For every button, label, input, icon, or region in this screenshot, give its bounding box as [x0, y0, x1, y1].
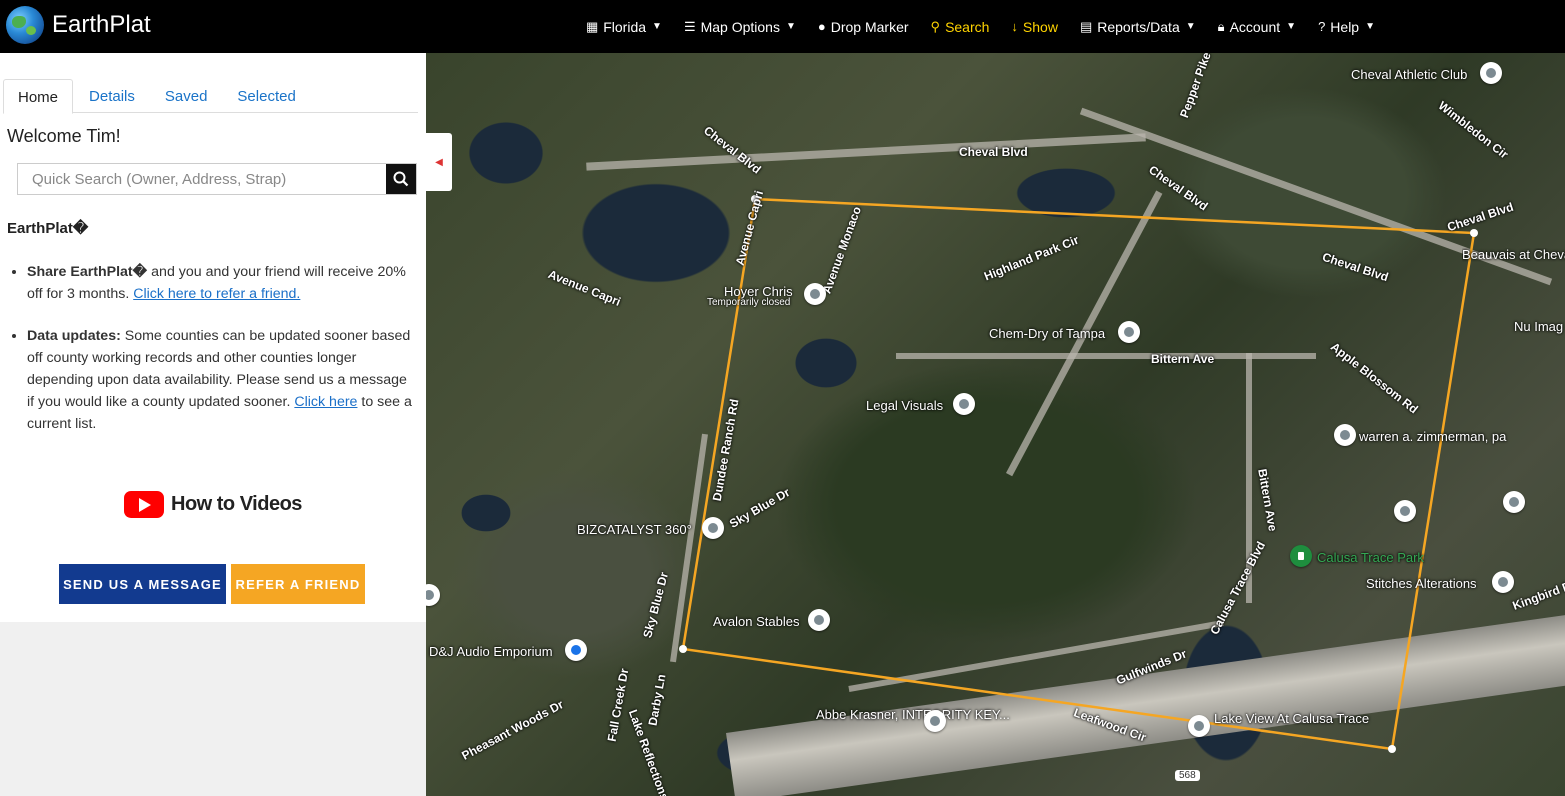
youtube-icon	[124, 491, 164, 518]
park-pin-icon[interactable]	[1290, 545, 1312, 567]
tab-home[interactable]: Home	[3, 79, 74, 114]
sidebar-top-spacer	[0, 53, 426, 73]
refer-friend-button[interactable]: REFER A FRIEND	[231, 564, 365, 604]
place-pin-icon[interactable]	[1188, 715, 1210, 737]
place-pin-icon[interactable]	[953, 393, 975, 415]
nav-label: Florida	[603, 18, 647, 35]
caret-left-icon: ◀	[435, 156, 443, 168]
poi-label[interactable]: Cheval Athletic Club	[1351, 67, 1467, 82]
street-label: Bittern Ave	[1151, 352, 1215, 366]
nav-help[interactable]: ? Help ▼	[1318, 19, 1375, 35]
selection-outline[interactable]	[681, 197, 1476, 751]
place-pin-icon[interactable]	[1118, 321, 1140, 343]
help-icon: ?	[1318, 19, 1326, 34]
videos-label: How to Videos	[171, 493, 302, 515]
bullet-bold: Share EarthPlat�	[27, 264, 148, 280]
quick-search	[17, 163, 417, 195]
poi-label[interactable]: D&J Audio Emporium	[429, 644, 553, 659]
place-pin-icon[interactable]	[808, 609, 830, 631]
place-pin-icon[interactable]	[804, 283, 826, 305]
search-button[interactable]	[386, 164, 416, 194]
place-pin-icon[interactable]	[924, 710, 946, 732]
poi-label[interactable]: Nu Imag	[1514, 319, 1563, 334]
list-item: Share EarthPlat� and you and your friend…	[27, 261, 412, 305]
brand-name: EarthPlat	[52, 11, 151, 38]
chevron-down-icon: ▼	[652, 21, 662, 32]
polygon-vertex[interactable]	[1470, 229, 1478, 237]
search-icon	[393, 171, 409, 187]
place-pin-icon[interactable]	[1334, 424, 1356, 446]
top-navbar: EarthPlat ▦ Florida ▼ ☰ Map Options ▼ ● Drop …	[0, 0, 1565, 53]
arrow-down-icon: ↓	[1011, 19, 1018, 34]
nav-label: Help	[1330, 18, 1360, 35]
polygon-vertex[interactable]	[1388, 745, 1396, 753]
tab-details[interactable]: Details	[75, 79, 149, 112]
poi-label[interactable]: Calusa Trace Park	[1317, 550, 1424, 565]
quick-search-input[interactable]	[18, 164, 394, 194]
poi-status: Temporarily closed	[707, 297, 791, 308]
list-item: Data updates: Some counties can be updat…	[27, 325, 412, 435]
polygon-vertex[interactable]	[679, 645, 687, 653]
sidebar-empty-area	[0, 622, 426, 796]
section-heading: EarthPlat�	[7, 220, 89, 237]
satellite-map[interactable]: Cheval Blvd Cheval Blvd Cheval Blvd Chev…	[426, 53, 1565, 796]
tab-saved[interactable]: Saved	[151, 79, 222, 112]
lock-icon: 🔒︎	[1217, 18, 1225, 34]
bullet-bold: Data updates:	[27, 328, 121, 344]
nav-account[interactable]: 🔒︎ Account ▼	[1218, 19, 1296, 35]
poi-label[interactable]: Chem-Dry of Tampa	[989, 326, 1105, 341]
poi-label[interactable]: Lake View At Calusa Trace	[1214, 712, 1369, 726]
welcome-message: Welcome Tim!	[7, 126, 121, 146]
chevron-down-icon: ▼	[1185, 21, 1196, 32]
place-pin-icon[interactable]	[702, 517, 724, 539]
poi-label[interactable]: Avalon Stables	[713, 614, 800, 629]
nav-label: Show	[1022, 18, 1058, 35]
nav-florida[interactable]: ▦ Florida ▼	[586, 19, 662, 35]
poi-label[interactable]: BIZCATALYST 360°	[577, 522, 692, 537]
chevron-down-icon: ▼	[785, 21, 796, 32]
search-icon: ⚲	[930, 18, 941, 34]
nav-search[interactable]: ⚲ Search	[931, 19, 990, 35]
poi-label[interactable]: Abbe Krasner, INTEGRITY KEY...	[816, 708, 1010, 721]
marker-icon: ●	[817, 19, 826, 34]
shop-pin-icon[interactable]	[565, 639, 587, 661]
chevron-down-icon: ▼	[1286, 21, 1297, 32]
brand[interactable]: EarthPlat	[6, 6, 151, 44]
tab-selected[interactable]: Selected	[223, 79, 309, 112]
info-list: Share EarthPlat� and you and your friend…	[27, 261, 412, 455]
nav-label: Reports/Data	[1097, 18, 1180, 35]
place-pin-icon[interactable]	[1492, 571, 1514, 593]
nav-reports-data[interactable]: ▤ Reports/Data ▼	[1080, 19, 1196, 35]
poi-label[interactable]: Legal Visuals	[866, 398, 943, 413]
county-list-link[interactable]: Click here	[294, 394, 357, 410]
collapse-sidebar-button[interactable]: ◀	[426, 133, 452, 191]
poi-label[interactable]: Stitches Alterations	[1366, 576, 1477, 591]
poi-label[interactable]: Beauvais at Cheval - Taylor Morrison	[1462, 248, 1565, 262]
globe-logo-icon	[6, 6, 44, 44]
send-message-button[interactable]: SEND US A MESSAGE	[59, 564, 226, 604]
sidebar-panel: Home Details Saved Selected Welcome Tim!…	[0, 73, 426, 622]
nav-label: Account	[1229, 18, 1281, 35]
map-icon: ▦	[585, 18, 599, 34]
chevron-down-icon: ▼	[1365, 21, 1375, 32]
nav-show[interactable]: ↓ Show	[1011, 19, 1058, 35]
table-icon: ▤	[1079, 18, 1093, 34]
street-label: Cheval Blvd	[959, 145, 1028, 159]
nav-map-options[interactable]: ☰ Map Options ▼	[684, 19, 796, 35]
selection-polygon[interactable]	[426, 53, 1565, 796]
place-pin-icon[interactable]	[1480, 62, 1502, 84]
road-number-badge: 568	[1175, 770, 1200, 781]
nav-label: Map Options	[700, 18, 780, 35]
school-pin-icon[interactable]	[1394, 500, 1416, 522]
refer-friend-link[interactable]: Click here to refer a friend.	[133, 286, 300, 302]
school-pin-icon[interactable]	[1503, 491, 1525, 513]
main-nav: ▦ Florida ▼ ☰ Map Options ▼ ● Drop Marker ⚲ Se…	[564, 0, 1375, 53]
how-to-videos-link[interactable]: How to Videos	[124, 491, 302, 518]
sliders-icon: ☰	[683, 18, 696, 34]
nav-label: Drop Marker	[830, 18, 909, 35]
sidebar-tabs: Home Details Saved Selected	[3, 79, 418, 114]
nav-drop-marker[interactable]: ● Drop Marker	[818, 19, 909, 35]
poi-label[interactable]: warren a. zimmerman, pa	[1359, 429, 1506, 444]
nav-label: Search	[945, 18, 990, 35]
